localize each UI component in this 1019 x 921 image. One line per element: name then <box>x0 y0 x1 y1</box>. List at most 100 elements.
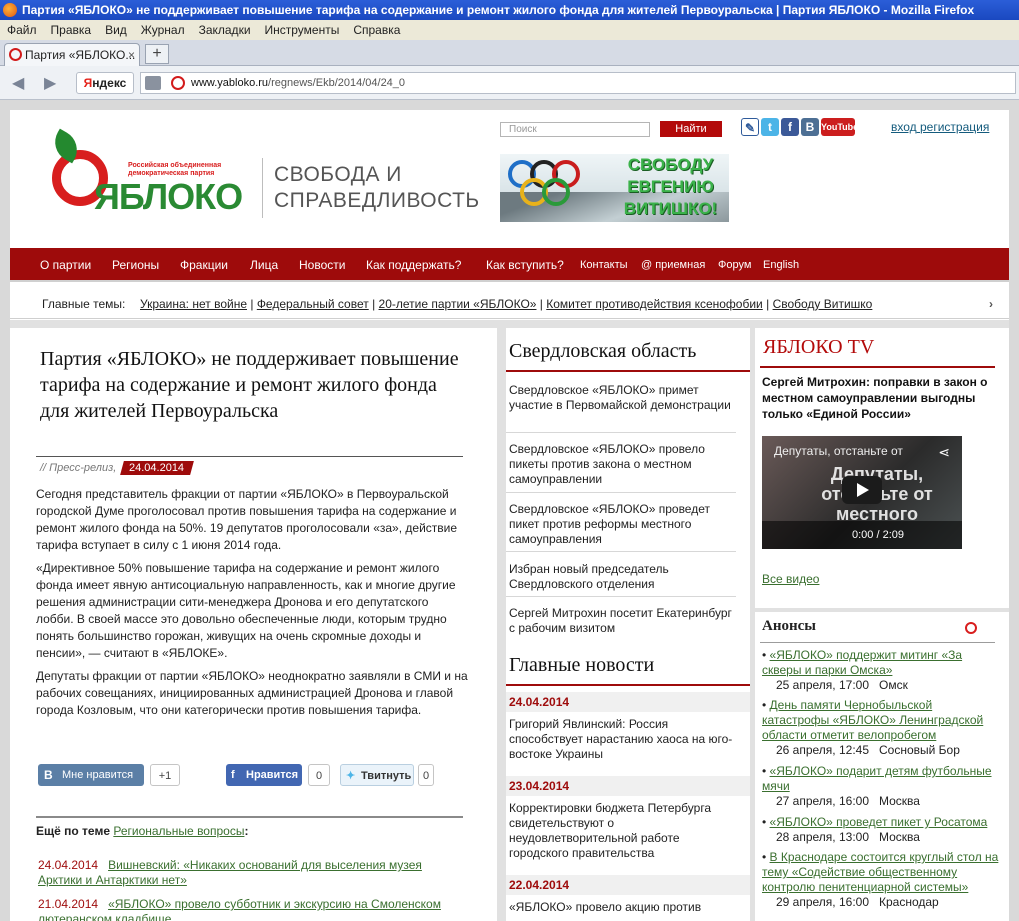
article-paragraph-3: Депутаты фракции от партии «ЯБЛОКО» неод… <box>36 669 468 717</box>
new-tab-button[interactable]: + <box>145 44 169 64</box>
facebook-small-icon: f <box>231 769 235 781</box>
announcement-link[interactable]: «ЯБЛОКО» подарит детям футбольные мячи <box>762 764 992 793</box>
middle-column: Свердловская область Свердловское «ЯБЛОК… <box>506 328 750 921</box>
play-icon[interactable] <box>842 476 882 504</box>
nav-english[interactable]: English <box>763 248 799 282</box>
topics-next-icon[interactable]: › <box>989 290 993 319</box>
announcement-link[interactable]: В Краснодаре состоится круглый стол на т… <box>762 850 998 894</box>
menu-history[interactable]: Журнал <box>134 20 192 40</box>
announcement-link[interactable]: «ЯБЛОКО» поддержит митинг «За скверы и п… <box>762 648 962 677</box>
menu-bookmarks[interactable]: Закладки <box>192 20 258 40</box>
region-news-item[interactable]: Свердловское «ЯБЛОКО» примет участие в П… <box>509 383 737 413</box>
yabloko-favicon-icon <box>9 48 22 61</box>
menu-edit[interactable]: Правка <box>44 20 99 40</box>
topic-vitishko[interactable]: Свободу Витишко <box>773 297 873 311</box>
announcements-rule <box>760 642 995 643</box>
vkontakte-icon[interactable]: B <box>801 118 819 136</box>
window-titlebar: Партия «ЯБЛОКО» не поддерживает повышени… <box>0 0 1019 20</box>
main-navigation: О партии Регионы Фракции Лица Новости Ка… <box>10 248 1009 282</box>
facebook-icon[interactable]: f <box>781 118 799 136</box>
video-player[interactable]: Депутаты, отстаньте от ⋖ Депутаты, отста… <box>762 436 962 549</box>
logo-word: ЯБЛОКО <box>94 176 243 217</box>
web-page: Поиск Найти ✎ t f B YouTube вход регистрация… <box>10 110 1009 921</box>
article: Партия «ЯБЛОКО» не поддерживает повышени… <box>10 328 497 921</box>
url-bar[interactable]: www.yabloko.ru/regnews/Ekb/2014/04/24_0 <box>140 72 1016 94</box>
nav-contacts[interactable]: Контакты <box>580 248 628 282</box>
announcements-title: Анонсы <box>762 618 816 634</box>
nav-faces[interactable]: Лица <box>250 248 278 282</box>
menu-help[interactable]: Справка <box>346 20 407 40</box>
banner-text: СВОБОДУ ЕВГЕНИЮ ВИТИШКО! <box>623 155 718 218</box>
livejournal-icon[interactable]: ✎ <box>741 118 759 136</box>
region-news-item[interactable]: Избран новый председатель Свердловского … <box>509 562 737 592</box>
nav-fractions[interactable]: Фракции <box>180 248 228 282</box>
forward-arrow-icon[interactable]: ▶ <box>44 73 56 93</box>
title-divider <box>36 456 463 457</box>
nav-about[interactable]: О партии <box>40 248 91 282</box>
nav-regions[interactable]: Регионы <box>112 248 159 282</box>
apple-logo-icon <box>965 622 977 634</box>
share-icon[interactable]: ⋖ <box>938 444 950 461</box>
topic-federal-council[interactable]: Федеральный совет <box>257 297 369 311</box>
topic-ukraine[interactable]: Украина: нет войне <box>140 297 247 311</box>
more-topic-link[interactable]: Региональные вопросы <box>113 824 244 838</box>
search-input[interactable]: Поиск <box>500 122 650 137</box>
topic-20-years[interactable]: 20-летие партии «ЯБЛОКО» <box>379 297 537 311</box>
nav-support[interactable]: Как поддержать? <box>366 248 461 282</box>
youtube-icon[interactable]: YouTube <box>821 118 858 136</box>
login-link[interactable]: вход <box>891 120 917 134</box>
auth-links: вход регистрация <box>891 120 989 134</box>
all-videos-link[interactable]: Все видео <box>762 572 819 586</box>
announcement-link[interactable]: День памяти Чернобыльской катастрофы «ЯБ… <box>762 698 983 742</box>
page-icon <box>145 76 161 90</box>
news-rule <box>506 684 750 686</box>
social-icons: ✎ t f B YouTube <box>741 118 858 138</box>
video-time: 0:00 / 2:09 <box>852 529 904 541</box>
vk-like-count: +1 <box>150 764 180 786</box>
news-item[interactable]: Корректировки бюджета Петербурга свидете… <box>509 801 737 861</box>
twitter-icon[interactable]: t <box>761 118 779 136</box>
menu-tools[interactable]: Инструменты <box>258 20 347 40</box>
news-date: 24.04.2014 <box>506 692 750 712</box>
related-item: 24.04.2014 Вишневский: «Никаких оснований… <box>38 858 422 887</box>
back-arrow-icon[interactable]: ◀ <box>12 73 24 93</box>
topic-xenophobia[interactable]: Комитет противодействия ксенофобии <box>546 297 763 311</box>
announcement-link[interactable]: «ЯБЛОКО» проведет пикет у Росатома <box>770 815 988 829</box>
nav-news[interactable]: Новости <box>299 248 345 282</box>
related-link[interactable]: «ЯБЛОКО» провело субботник и экскурсию н… <box>38 897 441 921</box>
article-title: Партия «ЯБЛОКО» не поддерживает повышени… <box>40 348 459 422</box>
nav-join[interactable]: Как вступить? <box>486 248 564 282</box>
article-paragraph-1: Сегодня представитель фракции от партии … <box>36 487 458 552</box>
video-title: Депутаты, отстаньте от <box>774 444 903 458</box>
region-rule <box>506 370 750 372</box>
register-link[interactable]: регистрация <box>920 120 989 134</box>
news-item[interactable]: «ЯБЛОКО» провело акцию против <box>509 900 737 915</box>
news-item[interactable]: Григорий Явлинский: Россия способствует … <box>509 717 737 762</box>
nav-reception[interactable]: @ приемная <box>641 248 705 282</box>
region-news-item[interactable]: Свердловское «ЯБЛОКО» провело пикеты про… <box>509 442 737 487</box>
tv-headline[interactable]: Сергей Митрохин: поправки в закон о мест… <box>762 374 990 422</box>
url-path: /regnews/Ekb/2014/04/24_0 <box>268 77 406 89</box>
related-item: 21.04.2014 «ЯБЛОКО» провело субботник и э… <box>38 897 458 921</box>
yabloko-logo[interactable]: Российская объединенная демократическая … <box>44 128 254 222</box>
menu-view[interactable]: Вид <box>98 20 134 40</box>
fb-like-button[interactable]: f Нравится <box>226 764 302 786</box>
firefox-icon <box>3 3 17 17</box>
navigation-bar: ◀ ▶ Яндекс www.yabloko.ru/regnews/Ekb/20… <box>0 66 1019 100</box>
nav-forum[interactable]: Форум <box>718 248 751 282</box>
browser-tab[interactable]: Партия «ЯБЛОКО... × <box>4 43 140 66</box>
menu-file[interactable]: Файл <box>0 20 44 40</box>
announcement-item: • «ЯБЛОКО» подарит детям футбольные мячи… <box>762 764 992 808</box>
tweet-button[interactable]: ✦ Твитнуть <box>340 764 414 786</box>
news-title: Главные новости <box>509 654 655 676</box>
free-vitishko-banner[interactable]: СВОБОДУ ЕВГЕНИЮ ВИТИШКО! <box>500 154 729 222</box>
yandex-button[interactable]: Яндекс <box>76 72 134 94</box>
tab-close-icon[interactable]: × <box>128 44 135 66</box>
search-button[interactable]: Найти <box>660 121 722 137</box>
site-identity-icon[interactable] <box>171 76 185 90</box>
vk-like-button[interactable]: B Мне нравится <box>38 764 144 786</box>
region-news-item[interactable]: Свердловское «ЯБЛОКО» проведет пикет про… <box>509 502 737 547</box>
divider <box>506 596 736 597</box>
video-controls[interactable]: 0:00 / 2:09 <box>762 521 962 549</box>
region-news-item[interactable]: Сергей Митрохин посетит Екатеринбург с р… <box>509 606 737 636</box>
